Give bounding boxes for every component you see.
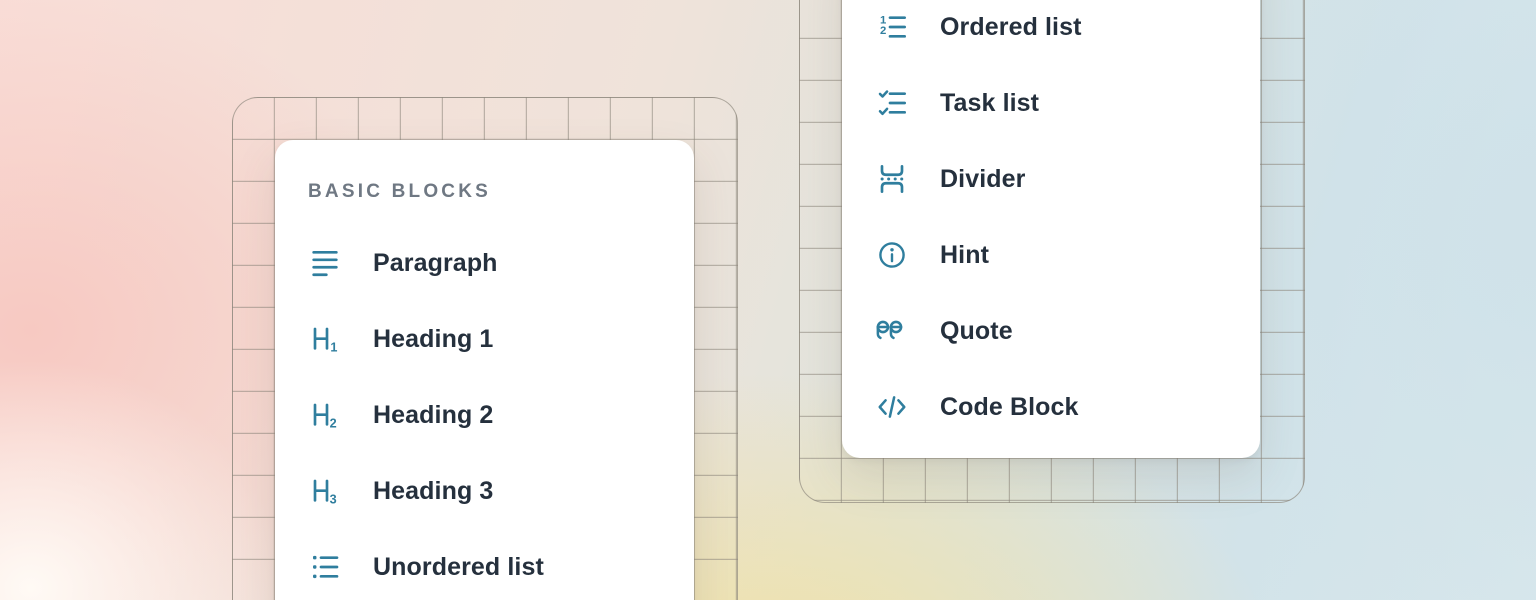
- blocks-menu-more: 12 Ordered list Task list Divider Hint Q…: [842, 0, 1260, 458]
- svg-text:3: 3: [330, 493, 337, 507]
- menu-items-more: 12 Ordered list Task list Divider Hint Q…: [875, 0, 1230, 445]
- hint-icon: [875, 238, 909, 272]
- code-block-icon: [875, 390, 909, 424]
- menu-item-code-block[interactable]: Code Block: [875, 369, 1230, 445]
- task-list-icon: [875, 86, 909, 120]
- unordered-list-icon: [308, 550, 342, 584]
- menu-item-ordered-list[interactable]: 12 Ordered list: [875, 0, 1230, 65]
- ordered-list-icon: 12: [875, 10, 909, 44]
- menu-item-hint[interactable]: Hint: [875, 217, 1230, 293]
- svg-text:1: 1: [330, 341, 337, 355]
- svg-text:2: 2: [880, 25, 886, 37]
- quote-icon: [875, 314, 909, 348]
- menu-item-task-list[interactable]: Task list: [875, 65, 1230, 141]
- heading-2-icon: 2: [308, 398, 342, 432]
- hero-background: BASIC BLOCKS Paragraph 1 Heading 1 2 Hea…: [0, 0, 1536, 600]
- paragraph-icon: [308, 246, 342, 280]
- svg-text:2: 2: [330, 417, 337, 431]
- menu-item-paragraph[interactable]: Paragraph: [308, 225, 664, 301]
- blocks-menu-basic: BASIC BLOCKS Paragraph 1 Heading 1 2 Hea…: [275, 140, 694, 600]
- menu-item-quote[interactable]: Quote: [875, 293, 1230, 369]
- menu-item-heading-2[interactable]: 2 Heading 2: [308, 377, 664, 453]
- heading-3-icon: 3: [308, 474, 342, 508]
- menu-item-heading-1[interactable]: 1 Heading 1: [308, 301, 664, 377]
- menu-item-divider[interactable]: Divider: [875, 141, 1230, 217]
- section-label: BASIC BLOCKS: [308, 182, 664, 202]
- divider-icon: [875, 162, 909, 196]
- menu-item-unordered-list[interactable]: Unordered list: [308, 529, 664, 600]
- menu-item-heading-3[interactable]: 3 Heading 3: [308, 453, 664, 529]
- menu-items-basic: Paragraph 1 Heading 1 2 Heading 2 3 Head…: [308, 225, 664, 600]
- heading-1-icon: 1: [308, 322, 342, 356]
